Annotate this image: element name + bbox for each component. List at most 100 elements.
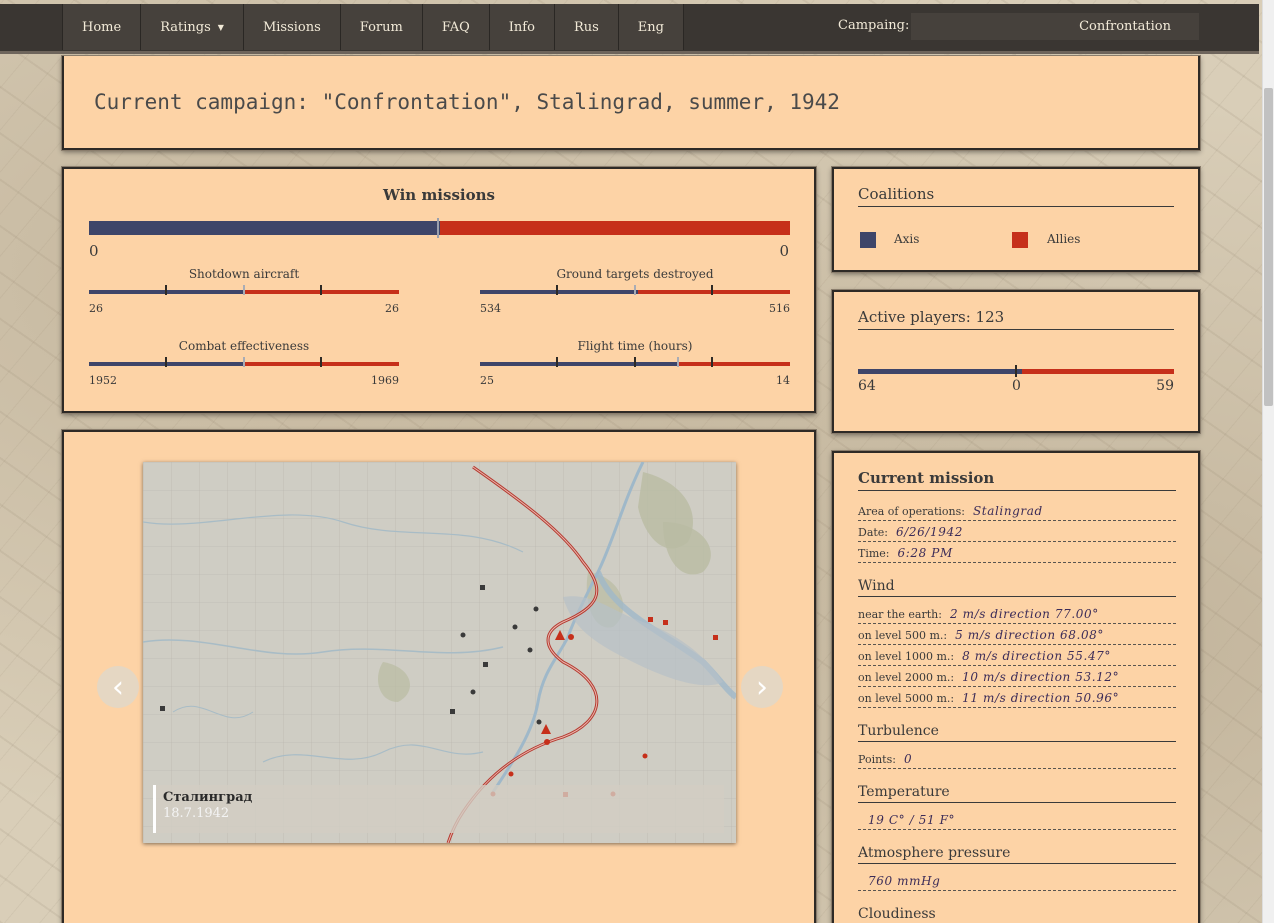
wind-row: near the earth: 2 m/s direction 77.00° — [858, 603, 1176, 624]
stat-tick — [556, 285, 558, 295]
wind-level-value: 11 m/s direction 50.96° — [962, 691, 1120, 705]
stat-allies-value: 1969 — [371, 374, 399, 387]
win-allies-fill — [439, 221, 790, 235]
turbulence-row: Points: 0 — [858, 748, 1176, 769]
wind-row: on level 2000 m.: 10 m/s direction 53.12… — [858, 666, 1176, 687]
mission-time-row: Time: 6:28 PM — [858, 542, 1176, 563]
nav-home-label: Home — [82, 19, 122, 35]
axis-swatch — [860, 232, 876, 248]
stat-title: Combat effectiveness — [178, 339, 310, 353]
nav-info-label: Info — [508, 19, 535, 35]
players-axis-fill — [858, 369, 1023, 374]
cloudiness-heading: Cloudiness — [858, 906, 1176, 923]
current-mission-title: Current mission — [858, 469, 1176, 491]
stat-allies-value: 516 — [769, 302, 790, 315]
stat-allies-value: 14 — [776, 374, 790, 387]
wind-level-label: near the earth: — [858, 608, 942, 621]
active-players-panel: Active players: 123 64 0 59 — [832, 290, 1200, 433]
nav-forum-label: Forum — [359, 19, 403, 35]
stat-bar — [480, 357, 790, 367]
win-missions-panel: Win missions 0 0 Shotdown aircraft 26 26… — [62, 167, 816, 413]
stat-title: Shotdown aircraft — [188, 267, 300, 281]
stat-axis-fill — [480, 362, 679, 366]
win-missions-title: Win missions — [383, 186, 495, 204]
stat-axis-value: 26 — [89, 302, 103, 315]
campaign-map-image[interactable]: Сталинград 18.7.1942 — [143, 462, 736, 843]
nav-eng-label: Eng — [637, 19, 664, 35]
wind-level-label: on level 1000 m.: — [858, 650, 955, 663]
stat-tick — [165, 357, 167, 367]
date-label: Date: — [858, 526, 889, 539]
date-value: 6/26/1942 — [896, 525, 963, 539]
stat-tick-mid — [243, 357, 245, 367]
wind-level-value: 2 m/s direction 77.00° — [949, 607, 1099, 621]
win-axis-fill — [89, 221, 440, 235]
pressure-value: 760 mmHg — [868, 874, 941, 888]
wind-level-label: on level 2000 m.: — [858, 671, 955, 684]
map-carousel-panel: Сталинград 18.7.1942 ‹ › — [62, 430, 816, 923]
stat-flight-time: Flight time (hours) 25 14 — [480, 339, 790, 399]
nav-rus[interactable]: Rus — [554, 4, 619, 50]
scrollbar-thumb[interactable] — [1264, 88, 1273, 406]
wind-level-label: on level 5000 m.: — [858, 692, 955, 705]
stat-axis-fill — [480, 290, 639, 294]
mission-date-row: Date: 6/26/1942 — [858, 521, 1176, 542]
stat-tick — [634, 357, 636, 367]
campaign-label: Campaing: — [838, 18, 910, 33]
pressure-row: 760 mmHg — [858, 870, 1176, 891]
temperature-row: 19 C° / 51 F° — [858, 809, 1176, 830]
carousel-next-button[interactable]: › — [741, 666, 783, 708]
nav-home[interactable]: Home — [62, 4, 142, 50]
stat-axis-value: 1952 — [89, 374, 117, 387]
stat-tick — [165, 285, 167, 295]
players-allies-count: 59 — [1156, 378, 1174, 394]
chevron-right-icon: › — [756, 669, 768, 705]
map-caption: Сталинград 18.7.1942 — [153, 785, 724, 833]
current-mission-panel: Current mission Area of operations: Stal… — [832, 451, 1200, 923]
stat-combat-effectiveness: Combat effectiveness 1952 1969 — [89, 339, 399, 399]
top-navbar: Home Ratings ▼ Missions Forum FAQ Info Ru… — [0, 4, 1259, 54]
stat-bar — [89, 285, 399, 295]
nav-ratings[interactable]: Ratings ▼ — [141, 4, 244, 50]
campaign-header-panel: Current campaign: "Confrontation", Stali… — [62, 56, 1200, 150]
players-axis-count: 64 — [858, 378, 876, 394]
nav-missions[interactable]: Missions — [243, 4, 341, 50]
nav-info[interactable]: Info — [489, 4, 555, 50]
axis-legend-label: Axis — [894, 232, 920, 246]
area-label: Area of operations: — [858, 505, 965, 518]
players-allies-fill — [1022, 369, 1174, 374]
win-missions-bar — [89, 218, 790, 238]
stat-tick — [711, 285, 713, 295]
stat-tick — [711, 357, 713, 367]
stat-allies-value: 26 — [385, 302, 399, 315]
wind-level-value: 5 m/s direction 68.08° — [955, 628, 1105, 642]
temperature-heading: Temperature — [858, 784, 1176, 803]
time-value: 6:28 PM — [897, 546, 953, 560]
wind-level-value: 8 m/s direction 55.47° — [962, 649, 1112, 663]
map-caption-date: 18.7.1942 — [163, 806, 230, 821]
allies-swatch — [1012, 232, 1028, 248]
stat-tick-mid — [677, 357, 679, 367]
stat-title: Flight time (hours) — [577, 339, 693, 353]
stat-bar — [480, 285, 790, 295]
nav-missions-label: Missions — [262, 19, 321, 35]
nav-rus-label: Rus — [573, 19, 599, 35]
win-axis-count: 0 — [89, 242, 99, 260]
nav-forum[interactable]: Forum — [340, 4, 423, 50]
campaign-select[interactable]: Confrontation — [911, 13, 1199, 40]
nav-faq[interactable]: FAQ — [422, 4, 490, 50]
stat-tick-mid — [243, 285, 245, 295]
map-caption-title: Сталинград — [163, 790, 253, 805]
stat-tick — [320, 285, 322, 295]
carousel-prev-button[interactable]: ‹ — [97, 666, 139, 708]
stat-tick — [556, 357, 558, 367]
nav-ratings-label: Ratings — [160, 19, 211, 35]
stat-axis-value: 25 — [480, 374, 494, 387]
stat-tick-mid — [634, 285, 636, 295]
nav-eng[interactable]: Eng — [618, 4, 684, 50]
nav-menu: Home Ratings ▼ Missions Forum FAQ Info Ru… — [62, 4, 684, 50]
chevron-left-icon: ‹ — [112, 669, 124, 705]
caret-down-icon: ▼ — [217, 22, 224, 32]
stat-bar — [89, 357, 399, 367]
wind-row: on level 500 m.: 5 m/s direction 68.08° — [858, 624, 1176, 645]
